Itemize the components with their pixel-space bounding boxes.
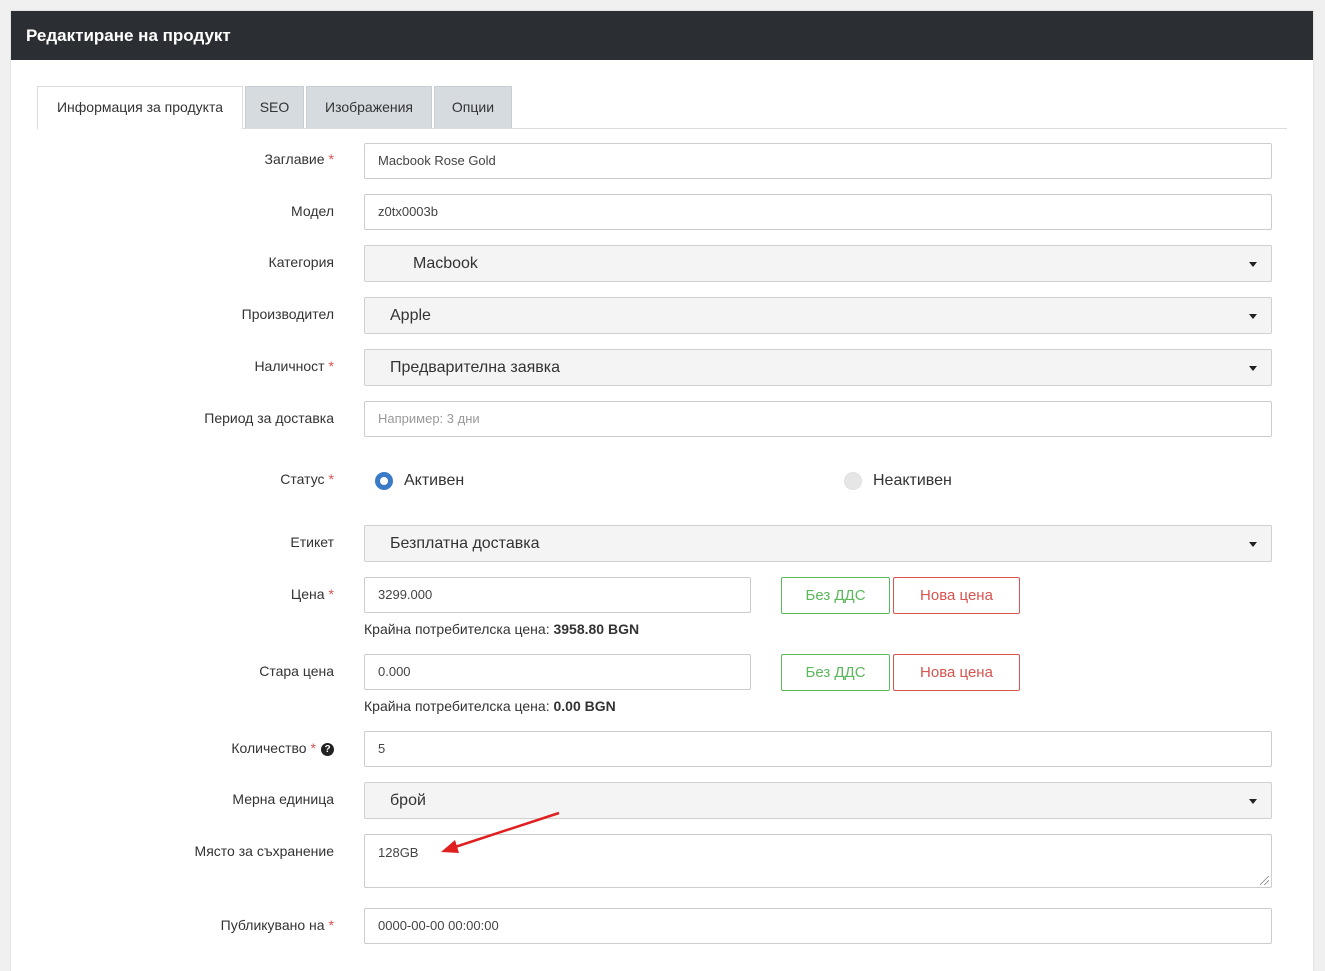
availability-select[interactable]: Предварителна заявка xyxy=(364,349,1272,386)
price-new-price-button[interactable]: Нова цена xyxy=(893,577,1020,614)
manufacturer-label: Производител xyxy=(241,306,334,322)
tab-product-info[interactable]: Информация за продукта xyxy=(37,86,243,129)
unit-select[interactable]: брой xyxy=(364,782,1272,819)
published-input[interactable]: 0000-00-00 00:00:00 xyxy=(364,908,1272,944)
resize-handle-icon[interactable] xyxy=(1260,876,1269,885)
price-label: Цена * xyxy=(290,586,334,602)
question-circle-icon[interactable]: ? xyxy=(321,743,334,756)
category-value: Macbook xyxy=(413,255,478,272)
old-price-new-price-button[interactable]: Нова цена xyxy=(893,654,1020,691)
tab-bar: Информация за продукта SEO Изображения О… xyxy=(37,86,1287,129)
published-label: Публикувано на * xyxy=(220,917,334,933)
manufacturer-select[interactable]: Apple xyxy=(364,297,1272,334)
status-inactive-label[interactable]: Неактивен xyxy=(873,472,952,490)
required-asterisk: * xyxy=(310,740,316,756)
availability-label: Наличност * xyxy=(254,358,334,374)
tab-seo[interactable]: SEO xyxy=(245,86,304,128)
old-price-no-vat-button[interactable]: Без ДДС xyxy=(781,654,890,691)
caret-down-icon xyxy=(1249,262,1257,267)
model-label: Модел xyxy=(291,203,334,219)
category-select[interactable]: Macbook xyxy=(364,245,1272,282)
quantity-input[interactable]: 5 xyxy=(364,731,1272,767)
title-input[interactable]: Macbook Rose Gold xyxy=(364,143,1272,179)
unit-label: Мерна единица xyxy=(232,791,334,807)
caret-down-icon xyxy=(1249,314,1257,319)
required-asterisk: * xyxy=(328,586,334,602)
title-label: Заглавие * xyxy=(264,151,335,167)
old-price-final-text: Крайна потребителска цена: 0.00 BGN xyxy=(364,698,616,714)
old-price-input[interactable]: 0.000 xyxy=(364,654,751,690)
status-inactive-radio[interactable] xyxy=(844,472,862,490)
quantity-label: Количество *? xyxy=(231,740,334,756)
tag-value: Безплатна доставка xyxy=(390,535,540,552)
storage-value: 128GB xyxy=(378,845,419,860)
tag-select[interactable]: Безплатна доставка xyxy=(364,525,1272,562)
price-no-vat-button[interactable]: Без ДДС xyxy=(781,577,890,614)
availability-value: Предварителна заявка xyxy=(390,359,561,376)
required-asterisk: * xyxy=(328,917,334,933)
storage-textarea[interactable]: 128GB xyxy=(364,834,1272,888)
required-asterisk: * xyxy=(328,151,334,167)
model-input[interactable]: z0tx0003b xyxy=(364,194,1272,230)
status-label: Статус * xyxy=(280,471,334,487)
status-active-label[interactable]: Активен xyxy=(404,472,464,490)
category-label: Категория xyxy=(268,254,334,270)
caret-down-icon xyxy=(1249,542,1257,547)
old-price-label: Стара цена xyxy=(259,663,334,679)
delivery-period-input[interactable]: Например: 3 дни xyxy=(364,401,1272,437)
price-final-value: 3958.80 BGN xyxy=(553,621,640,637)
caret-down-icon xyxy=(1249,799,1257,804)
tab-images[interactable]: Изображения xyxy=(306,86,432,128)
required-asterisk: * xyxy=(328,471,334,487)
price-input[interactable]: 3299.000 xyxy=(364,577,751,613)
tag-label: Етикет xyxy=(290,534,334,550)
delivery-period-label: Период за доставка xyxy=(204,410,334,426)
tab-options[interactable]: Опции xyxy=(434,86,512,128)
price-final-text: Крайна потребителска цена: 3958.80 BGN xyxy=(364,621,640,637)
required-asterisk: * xyxy=(328,358,334,374)
manufacturer-value: Apple xyxy=(390,307,431,324)
storage-label: Място за съхранение xyxy=(194,843,334,859)
old-price-final-value: 0.00 BGN xyxy=(553,698,616,714)
status-active-radio[interactable] xyxy=(375,472,393,490)
unit-value: брой xyxy=(390,792,426,809)
caret-down-icon xyxy=(1249,366,1257,371)
panel-title: Редактиране на продукт xyxy=(11,11,1313,60)
